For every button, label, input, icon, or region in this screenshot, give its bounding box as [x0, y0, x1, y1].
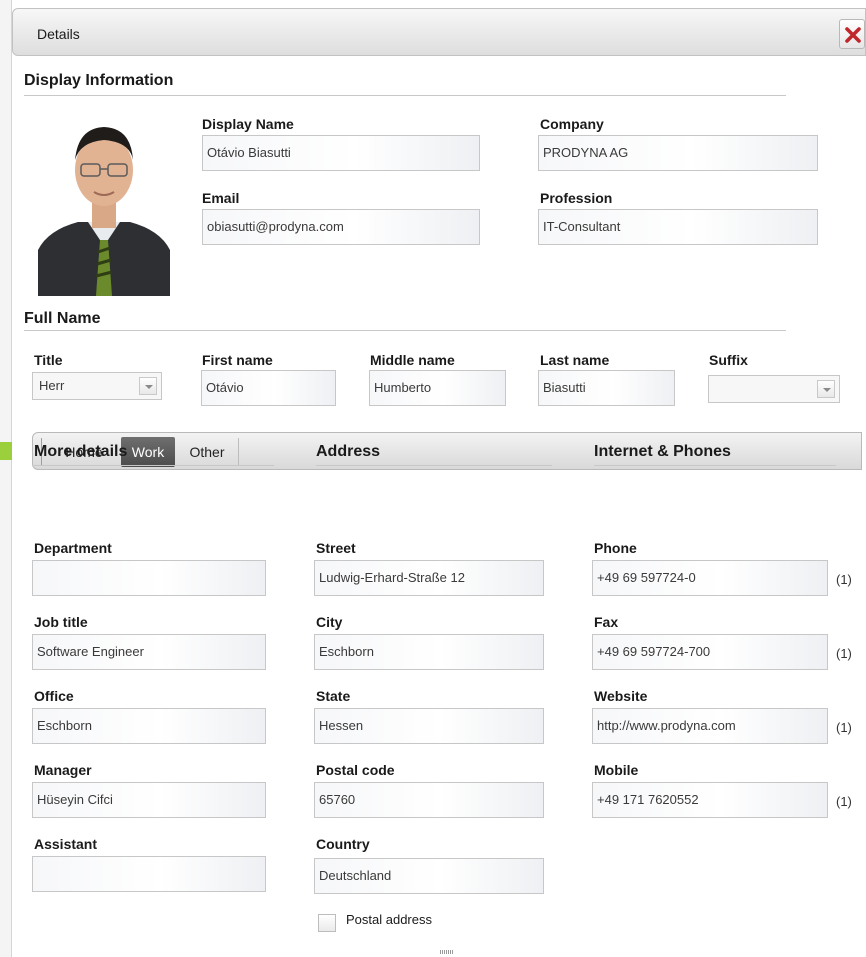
first-name-label: First name — [202, 352, 273, 368]
middle-name-field[interactable]: Humberto — [369, 370, 506, 406]
divider — [24, 95, 786, 96]
divider — [34, 465, 274, 466]
fax-label: Fax — [594, 614, 619, 630]
first-name-field[interactable]: Otávio — [201, 370, 336, 406]
last-name-label: Last name — [540, 352, 610, 368]
suffix-label: Suffix — [709, 352, 748, 368]
title-label: Title — [34, 352, 63, 368]
country-field[interactable]: Deutschland — [314, 858, 544, 894]
street-label: Street — [316, 540, 356, 556]
city-field[interactable]: Eschborn — [314, 634, 544, 670]
profession-field[interactable]: IT-Consultant — [538, 209, 818, 245]
assistant-field[interactable] — [32, 856, 266, 892]
divider — [24, 330, 786, 331]
phone-count[interactable]: (1) — [836, 572, 852, 587]
office-label: Office — [34, 688, 74, 704]
postal-address-checkbox[interactable] — [318, 914, 336, 932]
department-field[interactable] — [32, 560, 266, 596]
job-title-label: Job title — [34, 614, 88, 630]
fax-count[interactable]: (1) — [836, 646, 852, 661]
manager-field[interactable]: Hüseyin Cifci — [32, 782, 266, 818]
postal-code-field[interactable]: 65760 — [314, 782, 544, 818]
manager-label: Manager — [34, 762, 92, 778]
state-label: State — [316, 688, 351, 704]
chevron-down-icon[interactable] — [139, 377, 157, 395]
email-label: Email — [202, 190, 240, 206]
profile-photo — [38, 112, 170, 296]
postal-code-label: Postal code — [316, 762, 395, 778]
company-label: Company — [540, 116, 604, 132]
assistant-label: Assistant — [34, 836, 98, 852]
company-field[interactable]: PRODYNA AG — [538, 135, 818, 171]
section-more-details: More details — [34, 443, 128, 460]
divider — [594, 465, 836, 466]
section-display-information: Display Information — [24, 72, 174, 89]
divider — [316, 465, 552, 466]
close-icon — [845, 27, 861, 43]
office-field[interactable]: Eschborn — [32, 708, 266, 744]
dialog-title: Details — [37, 26, 80, 42]
website-count[interactable]: (1) — [836, 720, 852, 735]
website-field[interactable]: http://www.prodyna.com — [592, 708, 828, 744]
display-name-label: Display Name — [202, 116, 294, 132]
mobile-label: Mobile — [594, 762, 639, 778]
email-field[interactable]: obiasutti@prodyna.com — [202, 209, 480, 245]
section-full-name: Full Name — [24, 310, 101, 327]
section-address: Address — [316, 443, 381, 460]
resize-grip-icon[interactable] — [440, 950, 454, 954]
tab-separator — [238, 438, 239, 466]
suffix-select[interactable] — [708, 375, 840, 403]
background-tab-marker — [0, 442, 12, 460]
tab-work[interactable]: Work — [121, 437, 175, 467]
mobile-field[interactable]: +49 171 7620552 — [592, 782, 828, 818]
fax-field[interactable]: +49 69 597724-700 — [592, 634, 828, 670]
details-dialog: Details Display Information Display Name… — [12, 8, 866, 957]
phone-field[interactable]: +49 69 597724-0 — [592, 560, 828, 596]
country-label: Country — [316, 836, 370, 852]
phone-label: Phone — [594, 540, 637, 556]
title-select-value: Herr — [39, 378, 65, 393]
title-select[interactable]: Herr — [32, 372, 162, 400]
profession-label: Profession — [540, 190, 613, 206]
background-pane — [0, 0, 12, 957]
job-title-field[interactable]: Software Engineer — [32, 634, 266, 670]
dialog-titlebar: Details — [12, 8, 866, 56]
postal-address-label: Postal address — [346, 912, 432, 927]
display-name-field[interactable]: Otávio Biasutti — [202, 135, 480, 171]
department-label: Department — [34, 540, 112, 556]
last-name-field[interactable]: Biasutti — [538, 370, 675, 406]
state-field[interactable]: Hessen — [314, 708, 544, 744]
middle-name-label: Middle name — [370, 352, 455, 368]
section-internet-phones: Internet & Phones — [594, 443, 731, 460]
tab-other[interactable]: Other — [177, 437, 237, 467]
website-label: Website — [594, 688, 648, 704]
street-field[interactable]: Ludwig-Erhard-Straße 12 — [314, 560, 544, 596]
mobile-count[interactable]: (1) — [836, 794, 852, 809]
city-label: City — [316, 614, 343, 630]
chevron-down-icon[interactable] — [817, 380, 835, 398]
close-button[interactable] — [839, 19, 865, 49]
